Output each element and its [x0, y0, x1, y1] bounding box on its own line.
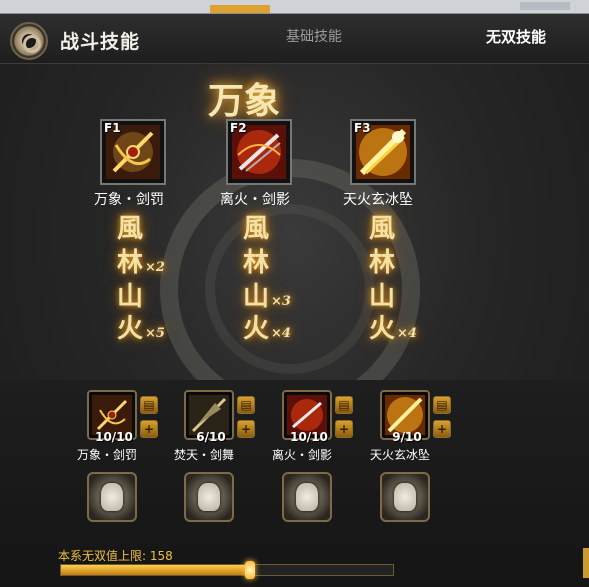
- book-icon[interactable]: ▤: [335, 396, 353, 414]
- add-point-button[interactable]: +: [237, 420, 255, 438]
- skill-name: 离火・剑影: [220, 192, 290, 208]
- combo-glyph: 火 ×4: [243, 314, 291, 344]
- book-icon[interactable]: ▤: [237, 396, 255, 414]
- hotkey-label: F3: [354, 121, 371, 135]
- add-point-button[interactable]: +: [335, 420, 353, 438]
- spear-icon: [189, 395, 229, 435]
- combo-glyph: 風: [369, 214, 396, 244]
- rune-slot[interactable]: [184, 472, 234, 522]
- combo-glyph: 林: [369, 248, 396, 278]
- rune-slot[interactable]: [87, 472, 137, 522]
- rune-slot[interactable]: [380, 472, 430, 522]
- skill-name: 天火玄冰坠: [370, 448, 431, 462]
- book-icon[interactable]: ▤: [140, 396, 158, 414]
- skill-name: 万象・剑罚: [77, 448, 138, 462]
- title-bar-highlight: [520, 2, 570, 10]
- skill-level: 10/10: [95, 430, 133, 444]
- skill-name: 离火・剑影: [272, 448, 333, 462]
- combo-glyph: 山: [117, 282, 144, 312]
- cross-blade-icon: [92, 395, 132, 435]
- wushuang-progress-bar: [60, 561, 394, 579]
- skill-name: 天火玄冰坠: [343, 192, 413, 208]
- combo-glyph: 山: [369, 282, 396, 312]
- tab-basic-skills[interactable]: 基础技能: [286, 26, 342, 46]
- title-bar-glare: [210, 5, 270, 13]
- panel-header: 战斗技能 基础技能 无双技能: [0, 14, 589, 64]
- skill-level: 10/10: [290, 430, 328, 444]
- skill-window: 战斗技能 基础技能 无双技能 万象 F1 万象・剑罚 F2 离火・剑影 F3 天…: [0, 0, 589, 587]
- add-point-button[interactable]: +: [140, 420, 158, 438]
- skill-name: 焚天・剑舞: [174, 448, 235, 462]
- skill-slot-f1[interactable]: F1: [100, 119, 166, 185]
- skill-level: 6/10: [196, 430, 226, 444]
- combo-glyph: 林 ×2: [117, 248, 165, 278]
- combo-glyph: 林: [243, 248, 270, 278]
- fire-blade-icon: [287, 395, 327, 435]
- scroll-handle[interactable]: [583, 548, 589, 578]
- book-icon[interactable]: ▤: [433, 396, 451, 414]
- progress-fill: [61, 565, 251, 575]
- hotkey-label: F1: [104, 121, 121, 135]
- combo-glyph: 火 ×4: [369, 314, 417, 344]
- skill-name: 万象・剑罚: [94, 192, 164, 208]
- combo-title: 万象: [208, 80, 281, 122]
- flame-strike-icon: [385, 395, 425, 435]
- combo-glyph: 山 ×3: [243, 282, 291, 312]
- skill-upgrade-slot[interactable]: 6/10: [184, 390, 234, 444]
- wushuang-limit-label: 本系无双值上限: 158: [58, 549, 173, 563]
- combo-glyph: 火 ×5: [117, 314, 165, 344]
- progress-knob[interactable]: [245, 561, 256, 579]
- skill-level: 9/10: [392, 430, 422, 444]
- skill-slot-f3[interactable]: F3: [350, 119, 416, 185]
- skill-upgrade-slot[interactable]: 10/10: [87, 390, 137, 444]
- skill-slot-f2[interactable]: F2: [226, 119, 292, 185]
- add-point-button[interactable]: +: [433, 420, 451, 438]
- combo-glyph: 風: [117, 214, 144, 244]
- skill-upgrade-slot[interactable]: 10/10: [282, 390, 332, 444]
- hotkey-label: F2: [230, 121, 247, 135]
- gear-icon: [10, 22, 48, 60]
- page-title: 战斗技能: [60, 31, 141, 53]
- combo-glyph: 風: [243, 214, 270, 244]
- tab-wushuang-skills[interactable]: 无双技能: [486, 26, 546, 47]
- combo-panel: [0, 64, 589, 419]
- skill-upgrade-slot[interactable]: 9/10: [380, 390, 430, 444]
- title-bar-strip: [0, 0, 589, 14]
- rune-slot[interactable]: [282, 472, 332, 522]
